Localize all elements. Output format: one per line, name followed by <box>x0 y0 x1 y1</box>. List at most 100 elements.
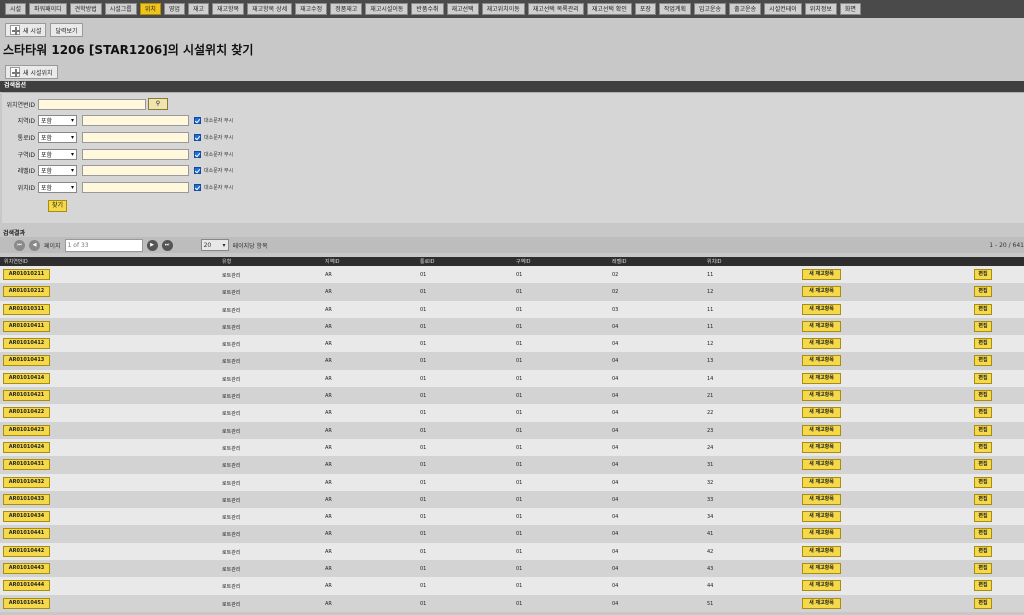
location-code-button[interactable]: AR01010422 <box>3 407 50 419</box>
new-inventory-item-button[interactable]: 새 재고항목 <box>802 372 841 384</box>
ignore-case-checkbox[interactable] <box>194 117 201 124</box>
new-inventory-item-button[interactable]: 새 재고항목 <box>802 563 841 575</box>
new-inventory-item-button[interactable]: 새 재고항목 <box>802 286 841 298</box>
search-field-input[interactable] <box>82 182 189 194</box>
new-inventory-item-button[interactable]: 새 재고항목 <box>802 511 841 523</box>
search-field-input[interactable] <box>82 148 189 160</box>
next-page-icon[interactable]: ▶ <box>146 239 158 251</box>
nav-tab[interactable]: 정품재고 <box>330 3 363 15</box>
new-inventory-item-button[interactable]: 새 재고항목 <box>802 390 841 402</box>
edit-button[interactable]: 편집 <box>974 476 992 488</box>
location-code-button[interactable]: AR01010414 <box>3 372 50 384</box>
edit-button[interactable]: 편집 <box>974 528 992 540</box>
location-code-button[interactable]: AR01010424 <box>3 441 50 453</box>
edit-button[interactable]: 편집 <box>974 441 992 453</box>
new-inventory-item-button[interactable]: 새 재고항목 <box>802 441 841 453</box>
nav-tab[interactable]: 시설컨테이 <box>764 3 802 15</box>
location-code-button[interactable]: AR01010413 <box>3 355 50 367</box>
prev-page-icon[interactable]: ◀ <box>29 239 40 251</box>
location-code-button[interactable]: AR01010311 <box>3 303 50 315</box>
nav-tab[interactable]: 시설그룹 <box>104 3 137 15</box>
ignore-case-checkbox[interactable] <box>194 150 201 158</box>
new-inventory-item-button[interactable]: 새 재고항목 <box>802 580 841 592</box>
edit-button[interactable]: 편집 <box>974 580 992 592</box>
operator-select[interactable]: 포함 ▾ <box>38 115 77 126</box>
edit-button[interactable]: 편집 <box>974 563 992 575</box>
new-inventory-item-button[interactable]: 새 재고항목 <box>802 528 841 540</box>
location-code-button[interactable]: AR01010412 <box>3 338 50 350</box>
edit-button[interactable]: 편집 <box>974 269 992 280</box>
edit-button[interactable]: 편집 <box>974 424 992 436</box>
location-code-button[interactable]: AR01010432 <box>3 476 50 488</box>
ignore-case-checkbox[interactable] <box>194 167 201 175</box>
nav-tab[interactable]: 위치정보 <box>804 3 837 15</box>
nav-tab[interactable]: 재고수정 <box>295 3 328 15</box>
nav-tab[interactable]: 재고선택 확인 <box>586 3 632 15</box>
new-inventory-item-button[interactable]: 새 재고항목 <box>802 476 841 488</box>
edit-button[interactable]: 편집 <box>974 390 992 402</box>
edit-button[interactable]: 편집 <box>974 493 992 505</box>
nav-tab[interactable]: 위치 <box>139 3 161 15</box>
new-inventory-item-button[interactable]: 새 재고항목 <box>802 320 841 332</box>
edit-button[interactable]: 편집 <box>974 597 992 609</box>
nav-tab[interactable]: 출고운송 <box>729 3 762 15</box>
location-code-button[interactable]: AR01010444 <box>3 580 50 592</box>
find-button[interactable]: 찾기 <box>48 200 68 212</box>
lookup-icon[interactable]: ⚲ <box>148 98 168 110</box>
nav-tab[interactable]: 재고선택 목록관리 <box>527 3 584 15</box>
edit-button[interactable]: 편집 <box>974 338 992 350</box>
new-inventory-item-button[interactable]: 새 재고항목 <box>802 303 841 315</box>
nav-tab[interactable]: 재고시설이동 <box>365 3 409 15</box>
location-code-button[interactable]: AR01010433 <box>3 493 50 505</box>
location-code-button[interactable]: AR01010212 <box>3 286 50 298</box>
nav-tab[interactable]: 포장 <box>634 3 656 15</box>
location-code-button[interactable]: AR01010423 <box>3 424 50 436</box>
new-inventory-item-button[interactable]: 새 재고항목 <box>802 338 841 350</box>
nav-tab[interactable]: 파워패이디 <box>29 3 67 15</box>
location-code-button[interactable]: AR01010442 <box>3 545 50 557</box>
last-page-icon[interactable]: ⏭ <box>161 239 173 251</box>
search-field-input[interactable] <box>82 115 189 126</box>
edit-button[interactable]: 편집 <box>974 545 992 557</box>
ignore-case-checkbox[interactable] <box>194 133 201 141</box>
nav-tab[interactable]: 영업 <box>163 3 185 15</box>
page-input[interactable]: 1 of 33 <box>64 238 143 252</box>
nav-tab[interactable]: 입고운송 <box>693 3 727 15</box>
location-code-button[interactable]: AR01010434 <box>3 511 50 523</box>
location-code-button[interactable]: AR01010451 <box>3 597 50 609</box>
nav-tab[interactable]: 재고항목 <box>211 3 245 15</box>
new-facility-button[interactable]: 새 시설 <box>5 23 47 37</box>
operator-select[interactable]: 포함 ▾ <box>38 182 77 194</box>
nav-tab[interactable]: 재고항목 상세 <box>247 3 293 15</box>
location-code-button[interactable]: AR01010211 <box>3 269 50 280</box>
new-inventory-item-button[interactable]: 새 재고항목 <box>802 355 841 367</box>
nav-tab[interactable]: 재고 <box>187 3 209 15</box>
edit-button[interactable]: 편집 <box>974 286 992 298</box>
new-location-button[interactable]: 새 시설위치 <box>5 65 58 79</box>
location-code-button[interactable]: AR01010421 <box>3 390 50 402</box>
edit-button[interactable]: 편집 <box>974 320 992 332</box>
per-page-select[interactable]: 20 ▾ <box>200 239 229 251</box>
location-code-button[interactable]: AR01010441 <box>3 528 50 540</box>
edit-button[interactable]: 편집 <box>974 372 992 384</box>
edit-button[interactable]: 편집 <box>974 511 992 523</box>
new-inventory-item-button[interactable]: 새 재고항목 <box>802 459 841 471</box>
nav-tab[interactable]: 재고위치이동 <box>481 3 525 15</box>
new-inventory-item-button[interactable]: 새 재고항목 <box>802 597 841 609</box>
edit-button[interactable]: 편집 <box>974 459 992 471</box>
new-inventory-item-button[interactable]: 새 재고항목 <box>802 407 841 419</box>
search-field-input[interactable] <box>82 131 189 143</box>
new-inventory-item-button[interactable]: 새 재고항목 <box>802 545 841 557</box>
nav-tab[interactable]: 화면 <box>839 3 861 15</box>
nav-tab[interactable]: 작업계획 <box>658 3 691 15</box>
edit-button[interactable]: 편집 <box>974 355 992 367</box>
new-inventory-item-button[interactable]: 새 재고항목 <box>802 269 841 280</box>
location-seq-input[interactable] <box>38 98 146 110</box>
new-inventory-item-button[interactable]: 새 재고항목 <box>802 424 841 436</box>
edit-button[interactable]: 편집 <box>974 407 992 419</box>
edit-button[interactable]: 편집 <box>974 303 992 315</box>
operator-select[interactable]: 포함 ▾ <box>38 131 77 143</box>
location-code-button[interactable]: AR01010443 <box>3 563 50 575</box>
nav-tab[interactable]: 견학방법 <box>69 3 102 15</box>
new-inventory-item-button[interactable]: 새 재고항목 <box>802 493 841 505</box>
